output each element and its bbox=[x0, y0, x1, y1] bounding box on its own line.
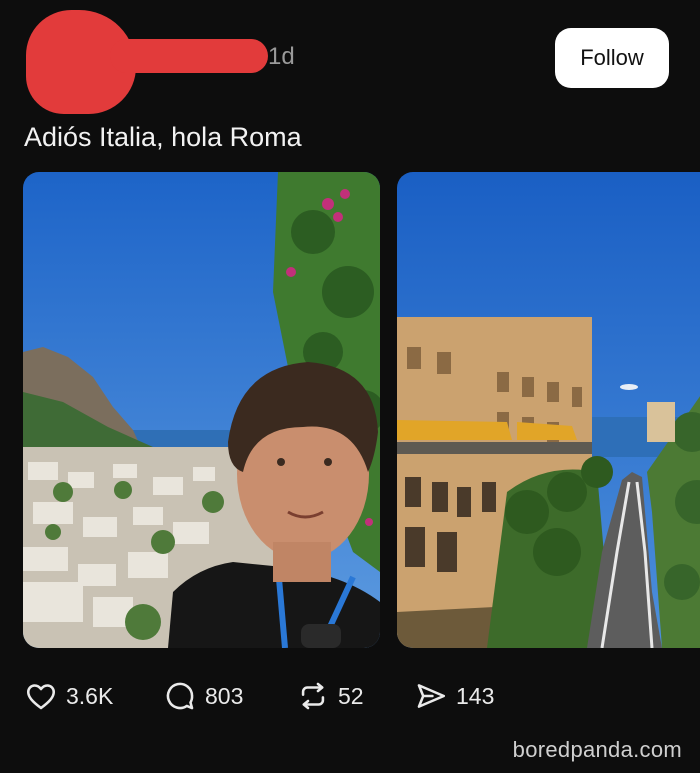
share-button[interactable]: 143 bbox=[414, 668, 494, 724]
like-button[interactable]: 3.6K bbox=[24, 668, 113, 724]
post-caption: Adiós Italia, hola Roma bbox=[24, 122, 302, 152]
repost-count: 52 bbox=[338, 682, 364, 709]
post-actions: 3.6K 803 52 143 bbox=[0, 668, 700, 724]
photo-selfie-coast[interactable] bbox=[23, 172, 380, 648]
photo-hotel-cliff-road[interactable] bbox=[397, 172, 700, 648]
photo-hotel-cliff-road-image bbox=[397, 172, 700, 648]
repost-arrows-icon bbox=[301, 682, 325, 710]
media-carousel[interactable] bbox=[0, 172, 700, 650]
repost-button[interactable]: 52 bbox=[296, 668, 364, 724]
post-header: 1d Follow bbox=[0, 0, 700, 114]
watermark: boredpanda.com bbox=[512, 737, 682, 762]
speech-bubble-icon bbox=[166, 682, 194, 710]
post-timestamp: 1d bbox=[268, 43, 295, 70]
follow-button[interactable]: Follow bbox=[555, 28, 669, 88]
heart-icon bbox=[26, 684, 56, 710]
photo-selfie-coast-image bbox=[23, 172, 380, 648]
redacted-username bbox=[110, 39, 268, 73]
share-count: 143 bbox=[456, 682, 495, 709]
reply-button[interactable]: 803 bbox=[163, 668, 243, 724]
like-count: 3.6K bbox=[66, 682, 114, 709]
reply-count: 803 bbox=[205, 682, 244, 709]
paper-plane-icon bbox=[417, 684, 446, 708]
